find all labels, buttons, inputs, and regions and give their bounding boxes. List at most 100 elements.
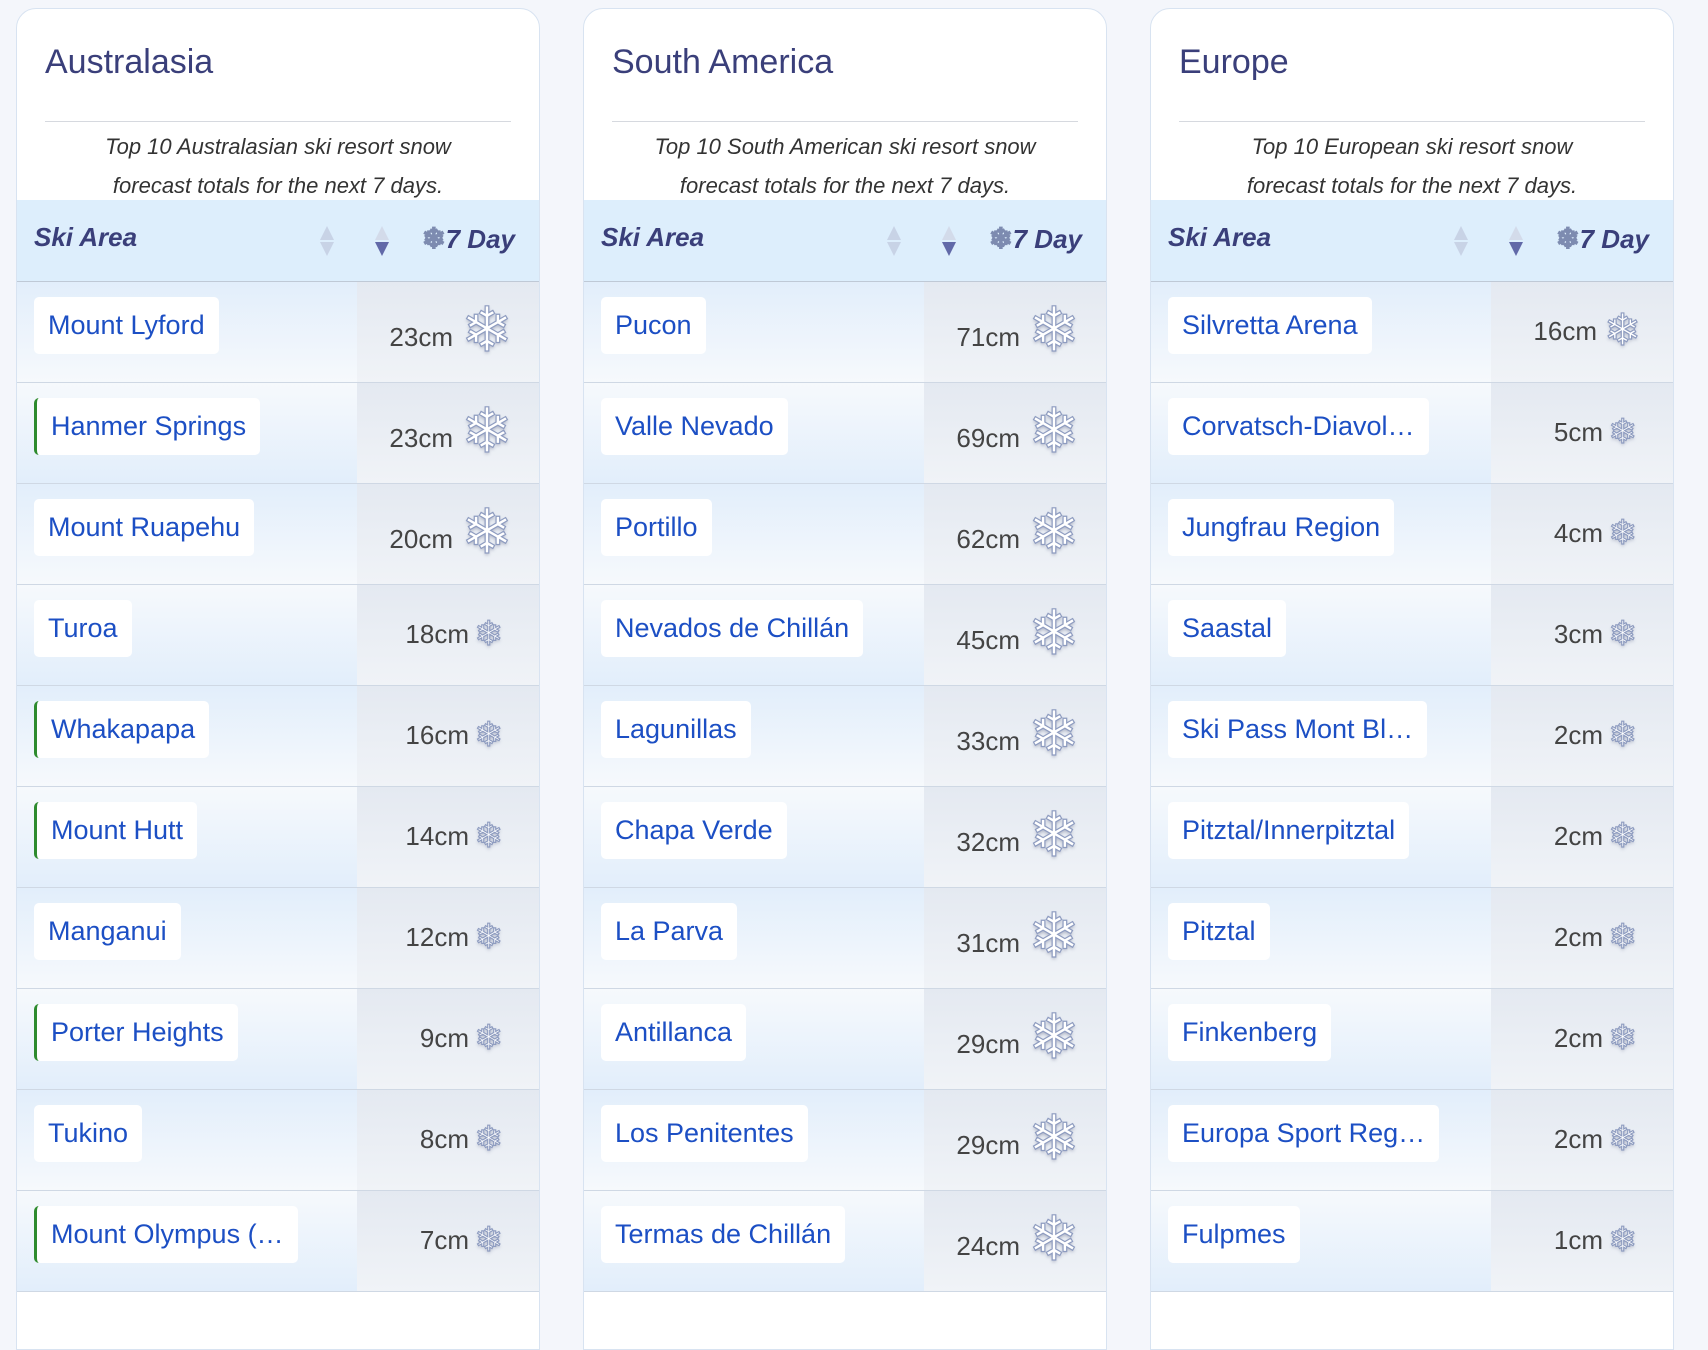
sort-arrows-icon[interactable] — [320, 226, 334, 258]
ski-area-link[interactable]: Porter Heights — [34, 1004, 238, 1061]
ski-area-link[interactable]: Valle Nevado — [601, 398, 788, 455]
ski-area-link[interactable]: Mount Lyford — [34, 297, 219, 354]
table-body: Mount Lyford 23cm ❄ Hanmer Springs 23cm … — [17, 282, 539, 1292]
ski-area-link[interactable]: Pucon — [601, 297, 706, 354]
snow-amount: 3cm — [1553, 619, 1603, 649]
ski-area-link[interactable]: Finkenberg — [1168, 1004, 1332, 1061]
snow-amount: 8cm — [419, 1124, 469, 1154]
snowflake-icon: ❄ — [1027, 902, 1080, 971]
ski-area-link[interactable]: Chapa Verde — [601, 802, 787, 859]
sort-descending-icon[interactable] — [942, 226, 956, 258]
table-body: Silvretta Arena 16cm ❄ Corvatsch-Diavol…… — [1151, 282, 1673, 1292]
snowflake-icon: ❄ — [1608, 615, 1638, 653]
table-row: Ski Pass Mont Bl… 2cm ❄ — [1151, 686, 1673, 787]
ski-area-link[interactable]: Turoa — [34, 600, 132, 657]
snow-amount: 16cm — [405, 720, 469, 750]
ski-area-link[interactable]: Termas de Chillán — [601, 1206, 846, 1263]
table-row: Finkenberg 2cm ❄ — [1151, 989, 1673, 1090]
divider — [1179, 121, 1645, 122]
ski-area-link[interactable]: Europa Sport Reg… — [1168, 1105, 1440, 1162]
snowflake-icon: ❄ — [1608, 1120, 1638, 1158]
snowflake-icon: ❄ — [474, 615, 504, 653]
table-row: Termas de Chillán 24cm ❄ — [584, 1191, 1106, 1292]
snow-amount: 23cm — [389, 423, 453, 453]
table-row: Hanmer Springs 23cm ❄ — [17, 383, 539, 484]
snowflake-icon: ❄ — [1608, 413, 1638, 451]
table-header: Ski Area ❄7 Day — [17, 200, 539, 282]
region-panel: South America Top 10 South American ski r… — [583, 8, 1107, 1350]
ski-area-link[interactable]: Silvretta Arena — [1168, 297, 1372, 354]
snowflake-icon: ❄ — [1608, 1221, 1638, 1259]
column-header-7-day[interactable]: ❄7 Day — [422, 222, 515, 255]
column-header-ski-area[interactable]: Ski Area — [34, 222, 137, 253]
table-row: Jungfrau Region 4cm ❄ — [1151, 484, 1673, 585]
snowflake-icon: ❄ — [474, 1221, 504, 1259]
snow-amount: 16cm — [1533, 316, 1597, 346]
region-panel: Australasia Top 10 Australasian ski resor… — [16, 8, 540, 1350]
snowflake-icon: ❄ — [474, 1019, 504, 1057]
column-header-7-day-label: 7 Day — [1579, 224, 1649, 254]
snow-amount: 9cm — [419, 1023, 469, 1053]
snow-amount: 29cm — [956, 1029, 1020, 1059]
snowflake-icon: ❄ — [1027, 296, 1080, 365]
snow-amount: 62cm — [956, 524, 1020, 554]
snow-amount: 32cm — [956, 827, 1020, 857]
ski-area-link[interactable]: Pitztal — [1168, 903, 1270, 960]
snow-amount: 24cm — [956, 1231, 1020, 1261]
sort-arrows-icon[interactable] — [1454, 226, 1468, 258]
ski-area-link[interactable]: La Parva — [601, 903, 738, 960]
column-header-ski-area[interactable]: Ski Area — [1168, 222, 1271, 253]
snow-amount: 45cm — [956, 625, 1020, 655]
snowflake-icon: ❄ — [474, 1120, 504, 1158]
ski-area-link[interactable]: Manganui — [34, 903, 181, 960]
column-header-7-day[interactable]: ❄7 Day — [1556, 222, 1649, 255]
ski-area-link[interactable]: Mount Olympus (… — [34, 1206, 298, 1263]
column-header-7-day[interactable]: ❄7 Day — [989, 222, 1082, 255]
column-header-ski-area[interactable]: Ski Area — [601, 222, 704, 253]
table-row: Tukino 8cm ❄ — [17, 1090, 539, 1191]
snow-amount: 31cm — [956, 928, 1020, 958]
snowflake-icon: ❄ — [1608, 817, 1638, 855]
snowflake-icon: ❄ — [1027, 599, 1080, 668]
ski-area-link[interactable]: Jungfrau Region — [1168, 499, 1395, 556]
ski-area-link[interactable]: Ski Pass Mont Bl… — [1168, 701, 1428, 758]
sort-descending-icon[interactable] — [375, 226, 389, 258]
ski-area-link[interactable]: Hanmer Springs — [34, 398, 261, 455]
region-panel: Europe Top 10 European ski resort snow fo… — [1150, 8, 1674, 1350]
ski-area-link[interactable]: Nevados de Chillán — [601, 600, 864, 657]
snowflake-icon: ❄ — [1608, 918, 1638, 956]
table-row: Fulpmes 1cm ❄ — [1151, 1191, 1673, 1292]
snowflake-icon: ❄ — [1027, 397, 1080, 466]
snow-amount: 4cm — [1553, 518, 1603, 548]
sort-arrows-icon[interactable] — [887, 226, 901, 258]
ski-area-link[interactable]: Mount Hutt — [34, 802, 198, 859]
divider — [612, 121, 1078, 122]
ski-area-link[interactable]: Saastal — [1168, 600, 1287, 657]
snowflake-icon: ❄ — [1027, 1205, 1080, 1274]
ski-area-link[interactable]: Tukino — [34, 1105, 143, 1162]
table-row: Europa Sport Reg… 2cm ❄ — [1151, 1090, 1673, 1191]
snowflake-icon: ❄ — [1027, 700, 1080, 769]
table-header: Ski Area ❄7 Day — [1151, 200, 1673, 282]
snow-amount: 33cm — [956, 726, 1020, 756]
ski-area-link[interactable]: Antillanca — [601, 1004, 747, 1061]
ski-area-link[interactable]: Portillo — [601, 499, 712, 556]
table-row: Valle Nevado 69cm ❄ — [584, 383, 1106, 484]
table-row: Corvatsch-Diavol… 5cm ❄ — [1151, 383, 1673, 484]
snowflake-icon: ❄ — [422, 223, 446, 255]
ski-area-link[interactable]: Corvatsch-Diavol… — [1168, 398, 1429, 455]
table-row: Chapa Verde 32cm ❄ — [584, 787, 1106, 888]
ski-area-link[interactable]: Pitztal/Innerpitztal — [1168, 802, 1410, 859]
snowflake-icon: ❄ — [1608, 1019, 1638, 1057]
ski-area-link[interactable]: Los Penitentes — [601, 1105, 808, 1162]
sort-descending-icon[interactable] — [1509, 226, 1523, 258]
ski-area-link[interactable]: Lagunillas — [601, 701, 751, 758]
ski-area-link[interactable]: Fulpmes — [1168, 1206, 1300, 1263]
panel-description: Top 10 European ski resort snow forecast… — [1246, 134, 1578, 198]
snow-amount: 5cm — [1553, 417, 1603, 447]
snow-amount: 2cm — [1553, 720, 1603, 750]
snow-amount: 14cm — [405, 821, 469, 851]
snow-amount: 1cm — [1553, 1225, 1603, 1255]
ski-area-link[interactable]: Whakapapa — [34, 701, 210, 758]
ski-area-link[interactable]: Mount Ruapehu — [34, 499, 255, 556]
